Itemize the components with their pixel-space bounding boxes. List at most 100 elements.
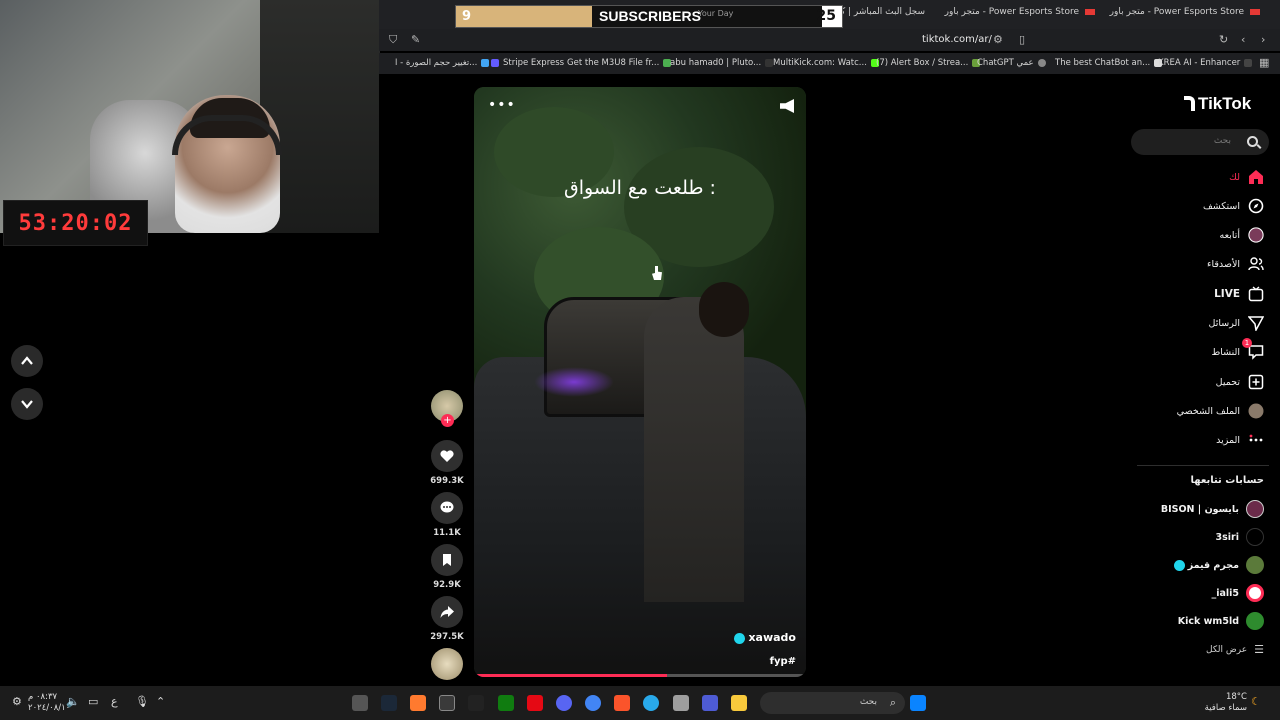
share-icon	[440, 606, 454, 618]
see-all-button[interactable]: عرض الكل ☰	[1206, 643, 1264, 656]
verified-icon	[1173, 559, 1185, 571]
chevron-down-icon	[21, 400, 33, 409]
sidebar-item-activity[interactable]: النشاط 1	[1211, 338, 1264, 362]
following-icon	[1248, 227, 1264, 243]
url-text[interactable]: tiktok.com/ar/	[922, 34, 992, 45]
forward-icon[interactable]: ›	[1261, 33, 1265, 46]
bookmark-label: abu hamad0 | Pluto...	[670, 58, 762, 68]
tab-power-esports-1[interactable]: متجر باور - Power Esports Store	[1110, 7, 1260, 17]
next-video-button[interactable]	[11, 388, 43, 420]
tab-power-esports-2[interactable]: متجر باور - Power Esports Store	[945, 7, 1095, 17]
settings-icon[interactable]: ⚙	[12, 695, 22, 708]
compass-icon	[1248, 198, 1264, 214]
bookmark-icon[interactable]: ▯	[1019, 33, 1025, 46]
shield-icon[interactable]: ⛉	[389, 33, 397, 47]
sidebar-item-for-you[interactable]: لك	[1229, 167, 1264, 187]
bookmark-item[interactable]: abu hamad0 | Pluto...	[670, 58, 774, 68]
telegram-icon[interactable]	[643, 695, 659, 711]
bookmark-item[interactable]: تغيير حجم الصورة - ا...	[395, 58, 490, 68]
bookmark-label: تغيير حجم الصورة - ا...	[395, 58, 478, 68]
bookmark-item[interactable]: (7) Alert Box / Strea...	[876, 58, 981, 68]
bookmark-item[interactable]: The best ChatBot an...	[1055, 58, 1163, 68]
sidebar-item-profile[interactable]: الملف الشخصي	[1177, 401, 1264, 421]
screen: 53:20:02 متجر باور - Power Esports Store…	[0, 0, 1280, 720]
sound-avatar[interactable]	[431, 648, 463, 680]
more-options-icon[interactable]: •••	[488, 97, 516, 113]
sidebar-item-messages[interactable]: الرسائل	[1209, 313, 1264, 333]
tab-label: متجر باور - Power Esports Store	[944, 7, 1079, 17]
steam-icon[interactable]	[381, 695, 397, 711]
moon-icon: ☾	[1251, 695, 1261, 708]
bookmark-item[interactable]: KREA AI - Enhancer	[1158, 58, 1253, 68]
search-icon[interactable]	[1247, 136, 1258, 147]
video-username[interactable]: xawado	[734, 631, 796, 644]
share-button[interactable]	[431, 596, 463, 628]
site-settings-icon[interactable]: ⚙	[993, 33, 1003, 46]
live-icon	[1248, 286, 1264, 302]
sidebar-item-friends[interactable]: الأصدقاء	[1207, 254, 1264, 274]
netflix-icon[interactable]	[527, 695, 543, 711]
heart-icon	[440, 450, 454, 462]
tray-chevron-up-icon[interactable]: ⌃	[156, 695, 165, 708]
windows-start-icon[interactable]	[910, 695, 926, 711]
video-username-text: xawado	[748, 631, 796, 644]
video-progress-bar[interactable]	[474, 674, 806, 677]
save-count: 92.9K	[433, 580, 461, 590]
previous-video-button[interactable]	[11, 345, 43, 377]
following-account[interactable]: BISON | بايسون	[1161, 500, 1264, 518]
sidebar-item-following[interactable]: أتابعه	[1220, 225, 1265, 245]
teams-icon[interactable]	[702, 695, 718, 711]
app-icon-terminal[interactable]	[439, 695, 455, 711]
discord-icon[interactable]	[556, 695, 572, 711]
clock-date: ٢٠٢٤/٠٨/١٠	[28, 703, 71, 713]
clock[interactable]: ٠٨:٣٧ م ٢٠٢٤/٠٨/١٠	[28, 692, 70, 714]
bookmark-item[interactable]: Get the M3U8 File fr...	[567, 58, 672, 68]
following-account[interactable]: مجرم قيمز	[1173, 556, 1264, 574]
video-player[interactable]: طلعت مع السواق : ••• xawado fyp#	[474, 87, 806, 677]
sidebar-item-more[interactable]: المزيد	[1216, 430, 1264, 450]
messages-icon	[1248, 315, 1264, 331]
brave-icon[interactable]	[614, 695, 630, 711]
taskbar-search[interactable]: بحث ⌕	[760, 692, 905, 714]
sidebar-item-label: الملف الشخصي	[1176, 405, 1240, 417]
weather-widget[interactable]: 18°C سماء صافية	[1200, 692, 1247, 714]
speaker-icon[interactable]: 🔈	[66, 695, 80, 708]
tiktok-logo[interactable]: TikTok	[1184, 94, 1251, 114]
store-icon[interactable]	[673, 695, 689, 711]
comment-button[interactable]	[431, 492, 463, 524]
network-icon[interactable]: ▭	[88, 695, 98, 708]
chrome-icon[interactable]	[585, 695, 601, 711]
bookmark-item[interactable]: MultiKick.com: Watc...	[773, 58, 879, 68]
app-icon-1[interactable]	[352, 695, 368, 711]
sidebar-item-label: النشاط	[1211, 346, 1240, 358]
following-account[interactable]: 3siri	[1216, 528, 1264, 546]
reload-icon[interactable]: ↻	[1219, 33, 1228, 46]
sidebar-item-upload[interactable]: تحميل	[1216, 372, 1264, 392]
sidebar-item-live[interactable]: LIVE	[1214, 284, 1264, 304]
bookmarks-grid-icon[interactable]: ▦	[1259, 56, 1269, 69]
home-icon	[1248, 169, 1264, 185]
search-input[interactable]: بحث	[1131, 129, 1269, 155]
sidebar-item-explore[interactable]: استكشف	[1203, 196, 1264, 216]
sidebar-divider	[1137, 465, 1269, 466]
follow-plus-icon[interactable]: +	[441, 414, 454, 427]
app-icon-orange[interactable]	[410, 695, 426, 711]
bookmark-item[interactable]: ChatGPT عمي	[977, 58, 1046, 68]
video-hashtag[interactable]: fyp#	[770, 656, 796, 667]
following-account[interactable]: _iali5	[1211, 584, 1264, 602]
following-account[interactable]: Kick wm5ld	[1178, 612, 1264, 630]
save-button[interactable]	[431, 544, 463, 576]
app-icon-g[interactable]	[468, 695, 484, 711]
like-button[interactable]	[431, 440, 463, 472]
bookmark-item[interactable]: Stripe Express	[491, 58, 564, 68]
folder-icon[interactable]	[731, 695, 747, 711]
tab-favicon-icon	[1085, 8, 1095, 15]
xbox-icon[interactable]	[498, 695, 514, 711]
address-bar: ⛉ ✎ tiktok.com/ar/ ⚙ ▯ ↻ ‹ ›	[379, 29, 1280, 51]
sidebar-item-label: المزيد	[1216, 434, 1240, 446]
translate-icon[interactable]: ✎	[411, 33, 420, 46]
microphone-icon[interactable]: 🎙	[135, 695, 149, 708]
back-icon[interactable]: ‹	[1241, 33, 1245, 46]
sidebar-item-label: أتابعه	[1219, 229, 1241, 241]
language-indicator[interactable]: ع	[111, 695, 118, 708]
